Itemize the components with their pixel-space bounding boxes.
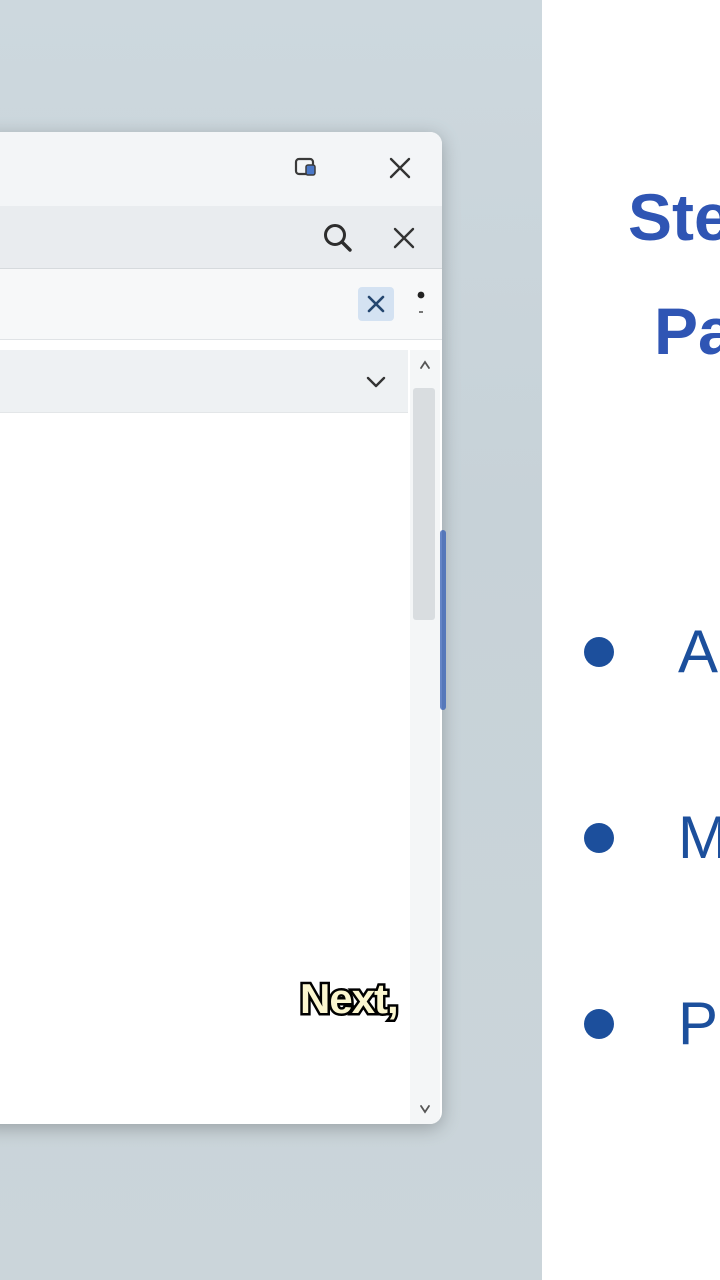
bullet-dot-icon [584,823,614,853]
presentation-slide: Ste Pa A M P [542,0,720,1280]
slide-bullet: P [584,994,718,1054]
video-caption: Next, [298,975,402,1022]
bullet-dot-icon [584,1009,614,1039]
snap-layout-icon[interactable] [288,150,324,186]
chevron-down-icon[interactable] [358,364,394,400]
bullet-text: M [678,804,720,871]
slide-bullet: A [584,622,718,682]
slide-title-line-2: Pa [654,294,720,368]
bullet-dot-icon [584,637,614,667]
search-icon[interactable] [318,218,358,258]
close-search-icon[interactable] [384,218,424,258]
dropdown-selector[interactable] [0,350,408,413]
more-options-icon[interactable] [412,287,430,321]
scroll-down-icon[interactable] [414,1098,436,1120]
bullet-text: A [678,618,719,685]
bullet-text: P [678,990,719,1057]
filter-bar [0,269,442,340]
window-edge-accent [440,530,446,710]
window-titlebar [0,132,442,206]
search-bar[interactable] [0,206,442,269]
scrollbar-thumb[interactable] [413,388,435,620]
clear-filter-icon[interactable] [358,287,394,321]
slide-bullet: M [584,808,720,868]
slide-title-line-1: Ste [628,180,720,254]
close-icon[interactable] [382,150,418,186]
scroll-up-icon[interactable] [414,354,436,376]
